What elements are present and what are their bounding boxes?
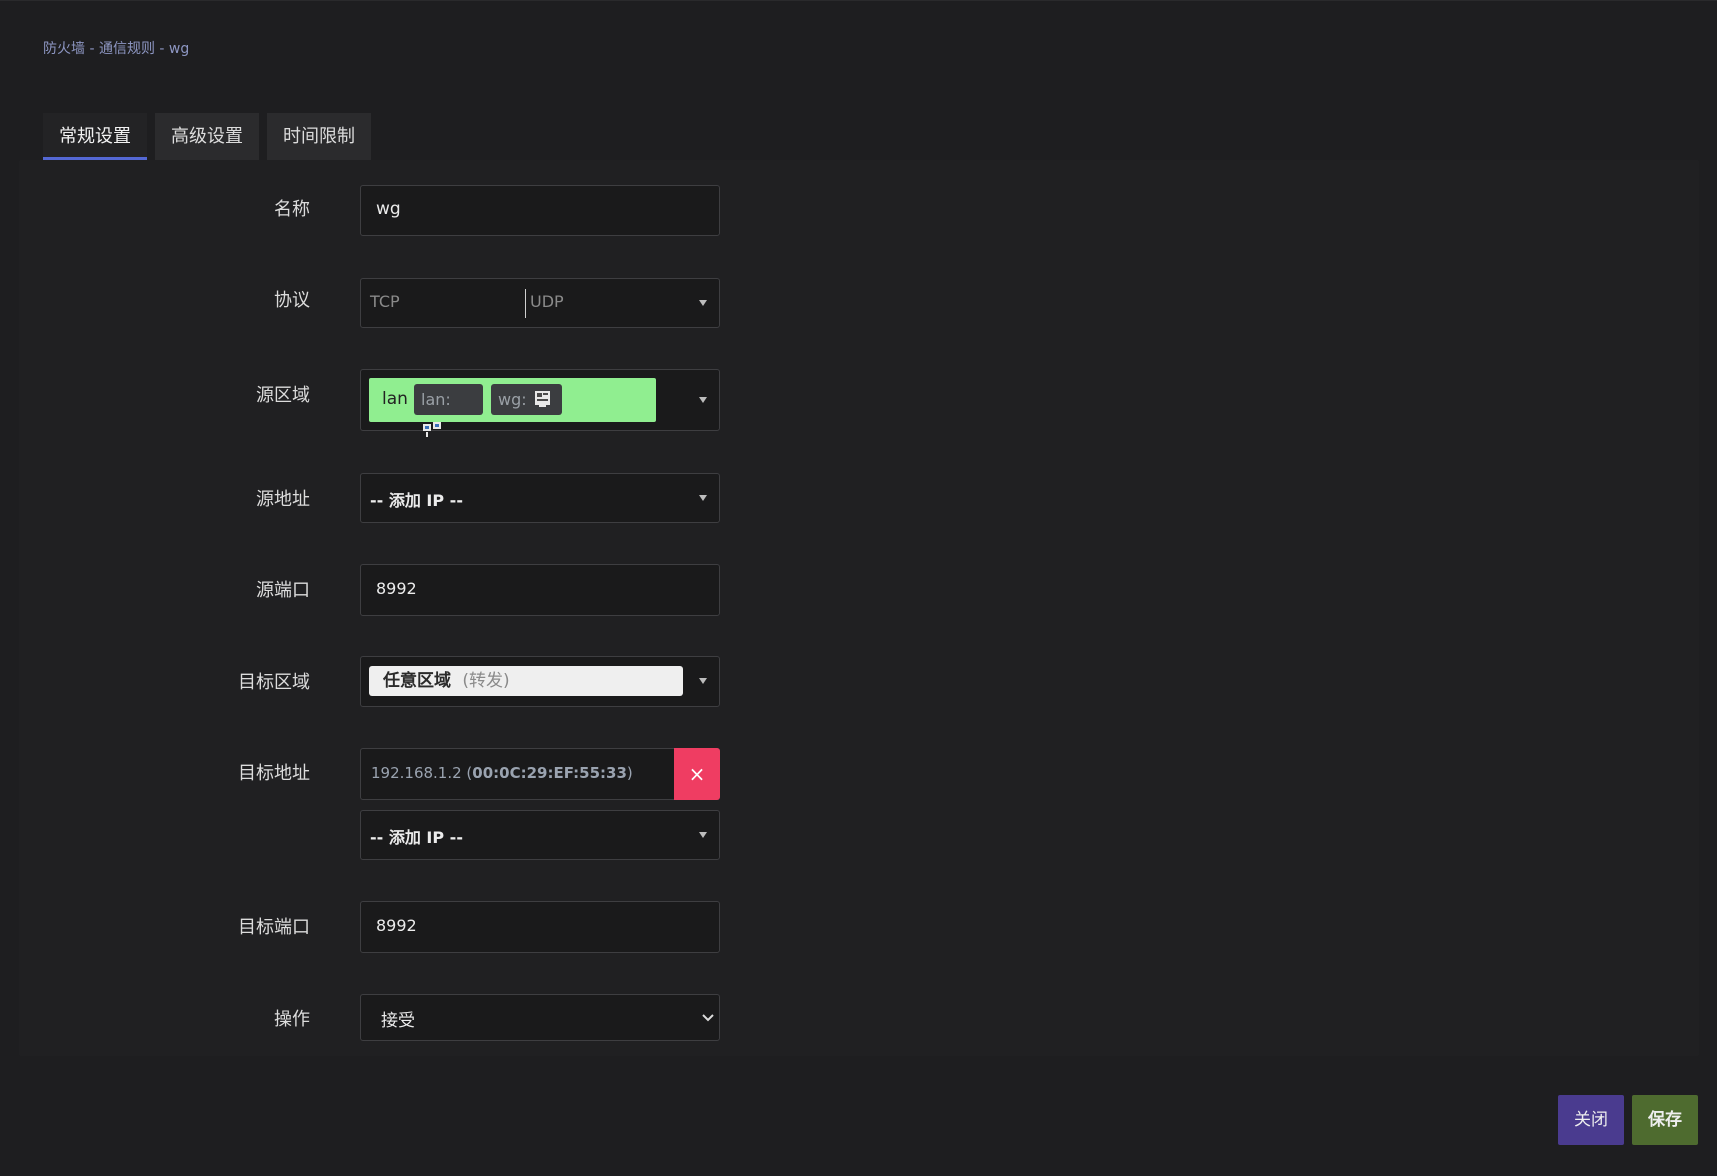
destination-address-entry: 192.168.1.2 (00:0C:29:EF:55:33) × (360, 748, 720, 800)
network-icon (423, 422, 441, 437)
tab-bar: 常规设置 高级设置 时间限制 (43, 113, 379, 160)
close-button[interactable]: 关闭 (1558, 1095, 1624, 1145)
destination-zone-label: 目标区域 (238, 672, 310, 693)
address-entry-text: 192.168.1.2 (00:0C:29:EF:55:33) (371, 764, 633, 782)
forward-note: (转发) (462, 671, 510, 691)
add-ip-placeholder: -- 添加 IP -- (370, 828, 463, 847)
zone-tag-lan: lan: (414, 384, 483, 437)
name-label: 名称 (274, 199, 310, 220)
chevron-down-icon[interactable] (699, 495, 707, 501)
source-port-label: 源端口 (256, 580, 310, 601)
destination-address-select[interactable]: -- 添加 IP -- (360, 810, 720, 860)
source-address-label: 源地址 (256, 489, 310, 510)
remove-address-button[interactable]: × (674, 748, 720, 800)
source-port-value: 8992 (376, 579, 417, 598)
any-zone-text: 任意区域 (383, 671, 451, 691)
name-input[interactable]: wg (360, 185, 720, 236)
form-panel: 名称 wg 协议 TCP UDP 源区域 lan lan: wg: 源地址 --… (19, 160, 1699, 1056)
destination-address-label: 目标地址 (238, 763, 310, 784)
name-value: wg (376, 199, 401, 219)
breadcrumb: 防火墙 - 通信规则 - wg (43, 41, 190, 57)
source-zone-select[interactable]: lan lan: wg: (360, 369, 720, 437)
action-select[interactable]: 接受 (360, 994, 720, 1041)
zone-chip-any[interactable]: 任意区域 (转发) (369, 666, 683, 696)
chevron-down-icon[interactable] (699, 832, 707, 838)
chevron-down-icon[interactable] (701, 1013, 715, 1023)
destination-zone-select[interactable]: 任意区域 (转发) (360, 656, 720, 707)
zone-name: lan (382, 389, 408, 409)
text-cursor (525, 289, 526, 318)
tab-advanced-settings[interactable]: 高级设置 (155, 113, 259, 160)
chevron-down-icon[interactable] (699, 300, 707, 306)
protocol-udp: UDP (530, 292, 564, 311)
protocol-select[interactable]: TCP UDP (360, 278, 720, 328)
destination-port-label: 目标端口 (238, 917, 310, 938)
dialog-frame: 防火墙 - 通信规则 - wg 常规设置 高级设置 时间限制 名称 wg 协议 … (0, 0, 1717, 1176)
tab-time-restrictions[interactable]: 时间限制 (267, 113, 371, 160)
tab-general-settings[interactable]: 常规设置 (43, 113, 147, 160)
save-button[interactable]: 保存 (1632, 1095, 1698, 1145)
chevron-down-icon[interactable] (699, 678, 707, 684)
protocol-tcp: TCP (370, 292, 400, 311)
zone-chip-lan[interactable]: lan lan: wg: (369, 378, 656, 437)
action-value: 接受 (381, 1011, 415, 1031)
action-label: 操作 (274, 1009, 310, 1030)
tunnel-icon (534, 391, 550, 407)
zone-tag-wg: wg: (491, 384, 562, 415)
source-zone-label: 源区域 (256, 385, 310, 406)
add-ip-placeholder: -- 添加 IP -- (370, 491, 463, 510)
source-address-select[interactable]: -- 添加 IP -- (360, 473, 720, 523)
chevron-down-icon[interactable] (699, 397, 707, 403)
source-port-input[interactable]: 8992 (360, 564, 720, 616)
destination-port-value: 8992 (376, 916, 417, 935)
destination-port-input[interactable]: 8992 (360, 901, 720, 953)
protocol-label: 协议 (274, 290, 310, 311)
